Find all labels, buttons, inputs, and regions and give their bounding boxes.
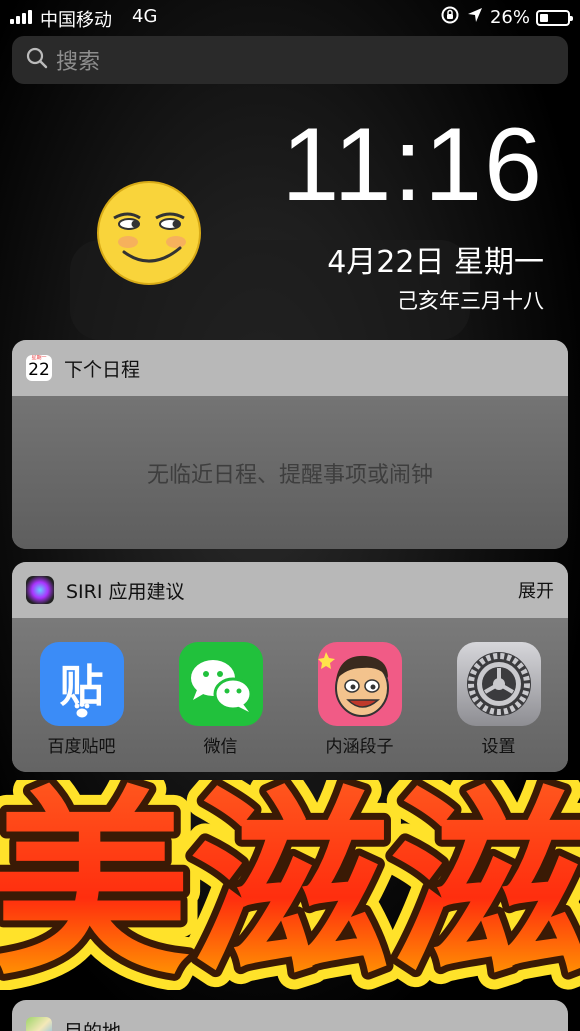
siri-widget-header: SIRI 应用建议 展开: [12, 562, 568, 618]
battery-percent: 26%: [489, 7, 530, 28]
location-icon: [466, 6, 484, 29]
signal-icon: [10, 10, 32, 24]
app-tieba[interactable]: 贴 百度贴吧: [37, 642, 127, 757]
calendar-empty-message: 无临近日程、提醒事项或闹钟: [146, 462, 433, 488]
banner-text: 美滋滋 美滋滋 美滋滋: [0, 780, 580, 990]
calendar-icon: 星期一 22: [26, 355, 52, 381]
neihan-icon: [317, 642, 402, 726]
siri-suggestions-widget: SIRI 应用建议 展开 贴 百度贴吧 微信 内涵段子 设置: [12, 562, 568, 772]
search-icon: [26, 47, 48, 73]
search-placeholder: 搜索: [56, 50, 101, 75]
calendar-widget-header[interactable]: 星期一 22 下个日程: [12, 340, 568, 396]
carrier-label: 中国移动: [40, 10, 112, 31]
calendar-widget-body: 无临近日程、提醒事项或闹钟: [12, 396, 568, 549]
calendar-widget[interactable]: 星期一 22 下个日程 无临近日程、提醒事项或闹钟: [12, 340, 568, 549]
lockscreen-time: 11:16: [281, 107, 544, 223]
app-label: 百度贴吧: [47, 737, 116, 757]
app-settings[interactable]: 设置: [454, 642, 544, 757]
search-field[interactable]: 搜索: [12, 36, 568, 84]
calendar-widget-title: 下个日程: [64, 358, 141, 381]
maps-widget-title: 目的地: [64, 1017, 121, 1031]
app-label: 内涵段子: [325, 737, 394, 757]
app-suggestions: 贴 百度贴吧 微信 内涵段子 设置: [12, 618, 568, 772]
expand-button[interactable]: 展开: [518, 577, 554, 603]
rotation-lock-icon: [440, 5, 460, 30]
app-neihan[interactable]: 内涵段子: [315, 642, 405, 757]
lunar-date: 己亥年三月十八: [397, 289, 544, 313]
siri-widget-title: SIRI 应用建议: [66, 580, 185, 603]
status-bar: 中国移动 4G 26%: [0, 0, 580, 34]
app-label: 设置: [481, 737, 516, 757]
banner-fill-text: 美滋滋: [0, 780, 580, 990]
smirk-emoji-sticker: [96, 180, 202, 286]
siri-icon: [26, 576, 54, 604]
wechat-icon: [178, 642, 263, 726]
tieba-icon: 贴: [39, 642, 124, 726]
network-label: 4G: [132, 6, 158, 27]
maps-widget[interactable]: 目的地: [12, 1000, 568, 1031]
app-wechat[interactable]: 微信: [176, 642, 266, 757]
settings-icon: [456, 642, 541, 726]
sticker-banner: 美滋滋 美滋滋 美滋滋: [0, 780, 580, 990]
lockscreen-date: 4月22日 星期一: [327, 245, 544, 280]
maps-icon: [26, 1017, 52, 1031]
battery-icon: [536, 9, 573, 26]
app-label: 微信: [203, 737, 238, 757]
